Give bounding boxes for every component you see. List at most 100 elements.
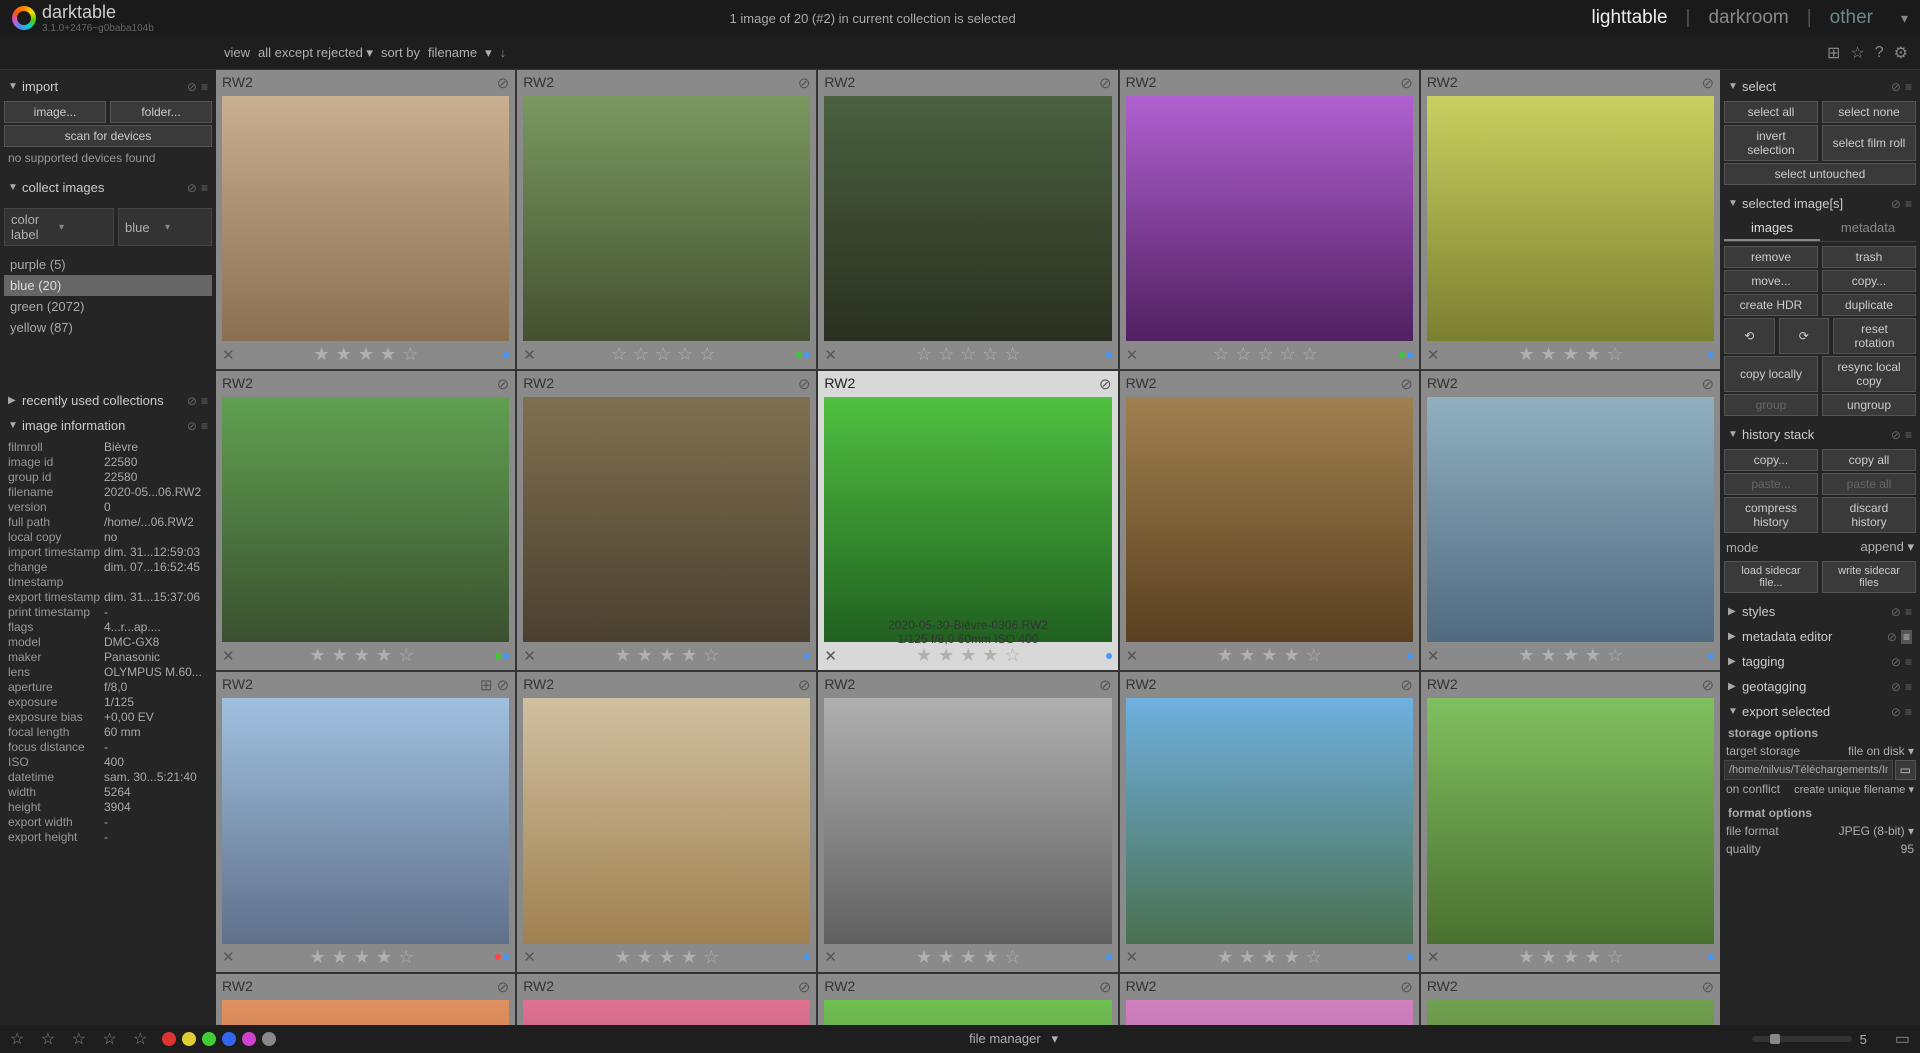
reset-icon[interactable]: ⊘	[187, 419, 197, 433]
thumbnail[interactable]: RW2⊘✕★★★★☆	[216, 70, 515, 369]
reject-icon[interactable]: ✕	[222, 346, 235, 364]
color-label-dot[interactable]	[262, 1032, 276, 1046]
duplicate-button[interactable]: duplicate	[1822, 294, 1916, 316]
collect-value-dropdown[interactable]: blue▾	[118, 208, 212, 246]
menu-icon[interactable]: ≡	[1905, 605, 1912, 619]
collect-list-item[interactable]: blue (20)	[4, 275, 212, 296]
styles-header[interactable]: ▶ styles ⊘ ≡	[1724, 599, 1916, 624]
tagging-header[interactable]: ▶ tagging ⊘ ≡	[1724, 649, 1916, 674]
thumbnail[interactable]: RW2⊘✕★★★★☆	[1421, 672, 1720, 971]
reject-icon[interactable]: ✕	[1427, 647, 1440, 665]
reject-icon[interactable]: ✕	[1126, 647, 1139, 665]
mode-dropdown[interactable]: append ▾	[1860, 539, 1914, 555]
rating-stars[interactable]: ★★★★☆	[235, 645, 496, 666]
thumbnail[interactable]: RW2⊘✕★★★★☆	[216, 371, 515, 670]
create-hdr-button[interactable]: create HDR	[1724, 294, 1818, 316]
ungroup-button[interactable]: ungroup	[1822, 394, 1916, 416]
reset-icon[interactable]: ⊘	[1891, 80, 1901, 94]
thumbnail[interactable]: RW2⊘✕★★★★☆	[517, 672, 816, 971]
history-header[interactable]: ▼ history stack ⊘ ≡	[1724, 422, 1916, 447]
star-icon[interactable]: ☆	[1850, 43, 1864, 63]
target-storage-dropdown[interactable]: file on disk ▾	[1848, 744, 1914, 758]
help-icon[interactable]: ?	[1875, 44, 1884, 62]
rating-stars[interactable]: ☆ ☆ ☆ ☆ ☆	[10, 1029, 154, 1049]
on-conflict-dropdown[interactable]: create unique filename ▾	[1794, 783, 1914, 796]
write-sidecar-button[interactable]: write sidecar files	[1822, 561, 1916, 593]
scan-devices-button[interactable]: scan for devices	[4, 125, 212, 147]
rating-stars[interactable]: ★★★★☆	[536, 645, 805, 666]
reject-icon[interactable]: ✕	[824, 647, 837, 665]
reject-icon[interactable]: ✕	[1427, 346, 1440, 364]
group-button[interactable]: group	[1724, 394, 1818, 416]
select-all-button[interactable]: select all	[1724, 101, 1818, 123]
reject-icon[interactable]: ✕	[523, 647, 536, 665]
menu-icon[interactable]: ≡	[1905, 705, 1912, 719]
tab-darkroom[interactable]: darkroom	[1708, 7, 1788, 29]
chevron-down-icon[interactable]: ▾	[1901, 10, 1908, 27]
color-label-dot[interactable]	[222, 1032, 236, 1046]
recent-collections-header[interactable]: ▶ recently used collections ⊘ ≡	[4, 388, 212, 413]
rating-stars[interactable]: ★★★★☆	[1138, 947, 1407, 968]
quality-value[interactable]: 95	[1901, 842, 1914, 856]
color-label-dot[interactable]	[162, 1032, 176, 1046]
reject-icon[interactable]: ✕	[222, 647, 235, 665]
tab-other[interactable]: other	[1830, 7, 1873, 29]
rotate-ccw-button[interactable]: ⟲	[1724, 318, 1775, 354]
reject-icon[interactable]: ✕	[824, 948, 837, 966]
import-header[interactable]: ▼ import ⊘ ≡	[4, 74, 212, 99]
menu-icon[interactable]: ≡	[1905, 680, 1912, 694]
trash-button[interactable]: trash	[1822, 246, 1916, 268]
rating-stars[interactable]: ★★★★☆	[837, 947, 1106, 968]
thumbnail[interactable]: RW2⊘	[818, 974, 1117, 1025]
reset-icon[interactable]: ⊘	[1891, 705, 1901, 719]
thumbnail[interactable]: RW2⊘2020-05-30-Bièvre-0306.RW21/125 f/8,…	[818, 371, 1117, 670]
reset-icon[interactable]: ⊘	[1891, 605, 1901, 619]
menu-icon[interactable]: ≡	[201, 181, 208, 195]
compress-history-button[interactable]: compress history	[1724, 497, 1818, 533]
view-dropdown[interactable]: all except rejected ▾	[258, 45, 373, 61]
thumbnail[interactable]: RW2⊘✕☆☆☆☆☆	[818, 70, 1117, 369]
rating-stars[interactable]: ☆☆☆☆☆	[837, 344, 1106, 365]
list-icon[interactable]: ≡	[1901, 630, 1912, 644]
history-paste-button[interactable]: paste...	[1724, 473, 1818, 495]
thumbnail[interactable]: RW2⊘	[216, 974, 515, 1025]
collect-header[interactable]: ▼ collect images ⊘ ≡	[4, 175, 212, 200]
color-label-dot[interactable]	[202, 1032, 216, 1046]
thumbnail[interactable]: RW2⊞ ⊘✕★★★★☆	[216, 672, 515, 971]
import-folder-button[interactable]: folder...	[110, 101, 212, 123]
export-header[interactable]: ▼ export selected ⊘ ≡	[1724, 699, 1916, 724]
reject-icon[interactable]: ✕	[1427, 948, 1440, 966]
thumbnail[interactable]: RW2⊘✕★★★★☆	[818, 672, 1117, 971]
browse-folder-button[interactable]: ▭	[1895, 760, 1916, 780]
history-copy-button[interactable]: copy...	[1724, 449, 1818, 471]
sort-order-icon[interactable]: ↓	[500, 45, 507, 60]
resync-button[interactable]: resync local copy	[1822, 356, 1916, 392]
reject-icon[interactable]: ✕	[824, 346, 837, 364]
thumbnail[interactable]: RW2⊘✕★★★★☆	[517, 371, 816, 670]
file-format-dropdown[interactable]: JPEG (8-bit) ▾	[1839, 824, 1914, 838]
invert-selection-button[interactable]: invert selection	[1724, 125, 1818, 161]
reset-icon[interactable]: ⊘	[187, 181, 197, 195]
image-info-header[interactable]: ▼ image information ⊘ ≡	[4, 413, 212, 438]
display-icon[interactable]: ▭	[1895, 1029, 1910, 1049]
rating-stars[interactable]: ★★★★☆	[1439, 344, 1708, 365]
collect-field-dropdown[interactable]: color label▾	[4, 208, 114, 246]
rating-stars[interactable]: ☆☆☆☆☆	[536, 344, 797, 365]
rating-stars[interactable]: ★★★★☆	[1439, 645, 1708, 666]
import-image-button[interactable]: image...	[4, 101, 106, 123]
thumbnail[interactable]: RW2⊘✕★★★★☆	[1120, 371, 1419, 670]
rating-stars[interactable]: ★★★★☆	[235, 344, 504, 365]
sortby-dropdown[interactable]: filename	[428, 45, 477, 60]
thumbnail[interactable]: RW2⊘✕☆☆☆☆☆	[517, 70, 816, 369]
metadata-editor-header[interactable]: ▶ metadata editor ⊘ ≡	[1724, 624, 1916, 649]
grouping-icon[interactable]: ⊞	[1827, 43, 1840, 63]
reject-icon[interactable]: ✕	[1126, 948, 1139, 966]
layout-dropdown[interactable]: file manager ▾	[969, 1031, 1058, 1047]
tab-images[interactable]: images	[1724, 216, 1820, 241]
reset-icon[interactable]: ⊘	[1891, 197, 1901, 211]
remove-button[interactable]: remove	[1724, 246, 1818, 268]
history-paste-all-button[interactable]: paste all	[1822, 473, 1916, 495]
reject-icon[interactable]: ✕	[1126, 346, 1139, 364]
color-label-dot[interactable]	[182, 1032, 196, 1046]
menu-icon[interactable]: ≡	[1905, 80, 1912, 94]
